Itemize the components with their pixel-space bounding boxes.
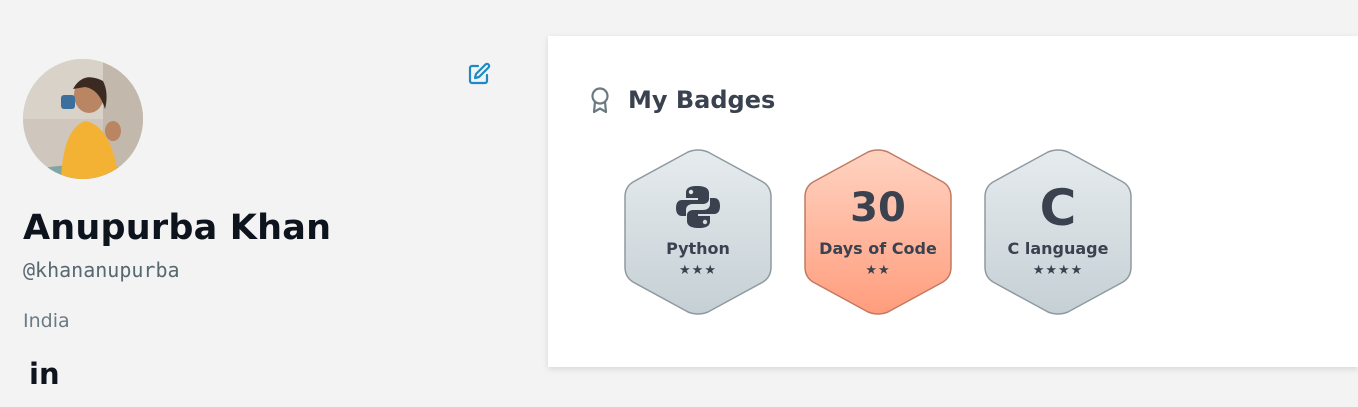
linkedin-link[interactable]: in: [29, 357, 60, 391]
badge-c-language[interactable]: C C language ★★★★: [983, 149, 1133, 315]
profile-country: India: [23, 310, 70, 332]
badges-title: My Badges: [628, 86, 776, 114]
edit-profile-button[interactable]: [466, 61, 492, 87]
badges-card: My Badges Python ★★★ 30 Days of Code ★★ …: [548, 36, 1358, 367]
award-icon: [591, 87, 609, 114]
edit-icon: [468, 62, 491, 85]
badges-card-header: My Badges: [588, 86, 775, 114]
avatar-photo: [23, 59, 143, 179]
profile-name: Anupurba Khan: [23, 208, 332, 248]
python-logo-icon: [623, 183, 773, 231]
badge-value: C: [1039, 179, 1077, 237]
badge-30-days-of-code[interactable]: 30 Days of Code ★★: [803, 149, 953, 315]
badge-stars: ★★: [865, 263, 891, 278]
badge-stars: ★★★: [679, 263, 717, 278]
badge-label: C language: [1007, 239, 1109, 258]
badge-label: Python: [666, 239, 730, 258]
badge-value: 30: [850, 185, 906, 231]
profile-panel: Anupurba Khan @khananupurba India in: [0, 0, 520, 407]
profile-handle: @khananupurba: [23, 258, 180, 282]
badge-hexagon: [624, 149, 772, 315]
badge-label: Days of Code: [819, 239, 937, 258]
badge-stars: ★★★★: [1032, 263, 1084, 278]
avatar: [23, 59, 143, 179]
badge-python[interactable]: Python ★★★: [623, 149, 773, 315]
